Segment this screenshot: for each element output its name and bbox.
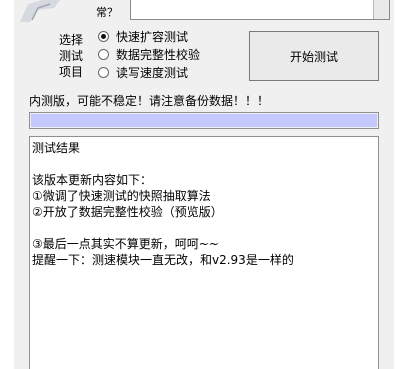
test-results-textarea[interactable]: 测试结果 该版本更新内容如下： ①微调了快速测试的快照抽取算法 ②开放了数据完整…: [29, 136, 379, 369]
radio-option-data-integrity-check[interactable]: 数据完整性校验: [98, 45, 200, 63]
radio-option-quick-capacity-test[interactable]: 快速扩容测试: [98, 27, 188, 45]
log-line: 该版本更新内容如下：: [32, 173, 153, 187]
top-combo-box[interactable]: [130, 0, 390, 20]
progress-bar-fill: [31, 114, 377, 127]
radio-option-read-write-speed-test[interactable]: 读写速度测试: [98, 63, 188, 81]
combo-dropdown-arrow-icon[interactable]: [373, 0, 389, 19]
radio-button[interactable]: [98, 48, 109, 60]
log-line: ①微调了快速测试的快照抽取算法: [32, 189, 211, 203]
beta-warning-text: 内测版，可能不稳定！请注意备份数据！！！: [29, 94, 270, 108]
option-group-label-line-3: 项目: [59, 65, 84, 79]
radio-button[interactable]: [98, 30, 109, 42]
progress-bar: [29, 112, 379, 129]
log-line: 测试结果: [32, 141, 81, 155]
start-test-button[interactable]: 开始测试: [249, 31, 379, 81]
top-label: 常？: [96, 6, 118, 19]
radio-button[interactable]: [98, 66, 109, 78]
app-logo-icon: [20, 0, 80, 22]
radio-option-label: 快速扩容测试: [116, 29, 189, 44]
log-line: ②开放了数据完整性校验（预览版）: [32, 205, 223, 219]
radio-option-label: 数据完整性校验: [116, 47, 201, 62]
log-line: 提醒一下：测速模块一直无改，和v2.93是一样的: [32, 253, 294, 267]
radio-option-label: 读写速度测试: [116, 65, 189, 80]
log-line: ③最后一点其实不算更新，呵呵~~: [32, 237, 219, 251]
